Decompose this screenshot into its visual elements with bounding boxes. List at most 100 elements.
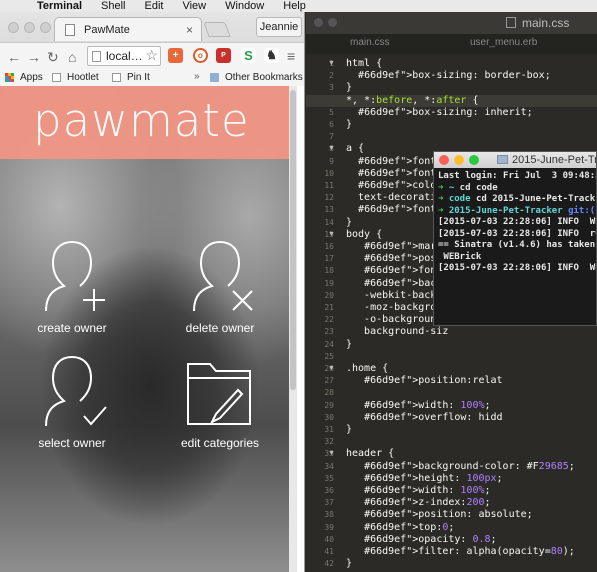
terminal-minimize-button[interactable] [454, 155, 464, 165]
line-number: 34 [324, 461, 334, 471]
edit-categories-button[interactable]: edit categories [165, 354, 275, 450]
line-number: 21 [324, 303, 334, 312]
new-tab-button[interactable] [203, 22, 231, 37]
red-badge-extension-icon[interactable]: P [216, 48, 231, 63]
more-bookmarks-chevron-icon[interactable]: » [194, 71, 200, 82]
browser-chrome: PawMate × Jeannie ← → ↻ ⌂ local… ☆ + o P… [0, 12, 304, 86]
terminal-line: [2015-07-03 22:28:06] INFO WEB [438, 263, 597, 273]
browser-tab-pawmate[interactable]: PawMate × [54, 17, 202, 41]
page-icon [92, 50, 101, 62]
terminal-close-button[interactable] [439, 155, 449, 165]
tab-title: PawMate [84, 23, 130, 36]
menu-window[interactable]: Window [225, 0, 264, 12]
line-number: 7 [329, 132, 334, 142]
terminal-line: [2015-07-03 22:28:06] INFO WEB [438, 217, 597, 227]
bookmark-apps-label: Apps [20, 72, 43, 83]
bookmark-star-icon[interactable]: ☆ [145, 47, 158, 64]
line-number: 14 [324, 217, 334, 227]
line-number: 42 [324, 559, 334, 569]
browser-toolbar: ← → ↻ ⌂ local… ☆ + o P S ♞ ≡ [0, 42, 304, 70]
bookmark-other[interactable]: Other Bookmarks [210, 72, 303, 83]
hootlet-extension-icon[interactable]: o [193, 48, 208, 63]
forward-arrow-icon[interactable]: → [27, 47, 41, 67]
fold-arrow-icon[interactable]: ▼ [328, 231, 335, 238]
fold-arrow-icon[interactable]: ▼ [328, 450, 335, 457]
menu-help[interactable]: Help [283, 0, 306, 12]
code-line: body { [346, 228, 383, 240]
delete-owner-button[interactable]: delete owner [165, 239, 275, 335]
code-line: *, *:before, *:after { [346, 94, 479, 106]
terminal-zoom-button[interactable] [469, 155, 479, 165]
menu-shell[interactable]: Shell [101, 0, 125, 12]
editor-tab-main-css[interactable]: main.css [350, 37, 389, 48]
menu-edit[interactable]: Edit [145, 0, 164, 12]
terminal-line: == Sinatra (v1.4.6) has taken t [438, 240, 597, 250]
line-number: 6 [329, 120, 334, 129]
select-owner-button[interactable]: select owner [17, 354, 127, 450]
editor-tab-user-menu[interactable]: user_menu.erb [470, 37, 537, 48]
line-number: 35 [324, 473, 334, 483]
code-line: #66d9ef">box-sizing: border-box; [358, 70, 551, 82]
code-line: } [346, 216, 353, 228]
line-number: 23 [324, 327, 334, 337]
pawmate-logo[interactable]: pawmate [33, 94, 250, 147]
close-tab-icon[interactable]: × [186, 23, 193, 37]
code-line: #66d9ef">opacity: 0.8; [364, 533, 497, 545]
zoom-window-button[interactable] [40, 22, 51, 33]
fold-arrow-icon[interactable]: ▼ [328, 365, 335, 372]
code-line: #66d9ef">top:0; [364, 521, 455, 533]
create-owner-label: create owner [37, 321, 107, 335]
menu-app-terminal[interactable]: Terminal [37, 0, 82, 12]
page-scrollbar[interactable] [289, 86, 297, 572]
editor-minimize-button[interactable] [328, 18, 337, 27]
minimize-window-button[interactable] [24, 22, 35, 33]
bookmark-pin-it[interactable]: Pin It [112, 72, 150, 83]
bookmark-apps[interactable]: Apps [5, 72, 43, 83]
reload-icon[interactable]: ↻ [47, 47, 59, 67]
code-line: #66d9ef">position:relat [364, 375, 503, 387]
line-number: 10 [324, 168, 334, 178]
editor-titlebar: main.css [306, 12, 597, 34]
line-number: 9 [329, 156, 334, 166]
line-number: 39 [324, 522, 334, 532]
fold-arrow-icon[interactable]: ▼ [328, 60, 335, 67]
green-s-extension-icon[interactable]: S [241, 48, 256, 63]
address-bar[interactable]: local… ☆ [87, 46, 161, 66]
fold-arrow-icon[interactable]: ▼ [328, 145, 335, 152]
line-number: 11 [324, 181, 334, 190]
terminal-title: 2015-June-Pet-Tra [512, 154, 597, 166]
page-icon [52, 73, 61, 82]
code-line: } [346, 424, 353, 435]
code-line: #66d9ef">position: absolute; [364, 509, 533, 521]
person-check-icon [45, 355, 107, 427]
code-line: #66d9ef">box-sizing: inherit; [358, 106, 533, 118]
browser-window: PawMate × Jeannie ← → ↻ ⌂ local… ☆ + o P… [0, 12, 305, 572]
scrollbar-thumb[interactable] [290, 90, 296, 390]
plus-extension-icon[interactable]: + [168, 48, 183, 63]
bookmark-pin-it-label: Pin It [127, 72, 150, 83]
code-line: a { [346, 143, 365, 155]
line-number: 3 [329, 83, 334, 93]
folder-pencil-icon [187, 363, 251, 425]
profile-button[interactable]: Jeannie [256, 17, 302, 37]
code-line: #66d9ef">width: 100%; [364, 399, 491, 411]
back-arrow-icon[interactable]: ← [7, 47, 21, 67]
create-owner-button[interactable]: create owner [17, 239, 127, 335]
editor-tabs: main.css user_menu.erb [306, 34, 597, 54]
code-line: background-siz [346, 326, 449, 338]
line-number: 16 [324, 242, 334, 251]
select-owner-label: select owner [38, 436, 106, 450]
line-number: 32 [324, 437, 334, 447]
bookmark-hootlet[interactable]: Hootlet [52, 72, 99, 83]
address-text: local… [106, 49, 143, 63]
person-add-icon [45, 240, 105, 312]
code-line: } [346, 558, 353, 570]
menu-view[interactable]: View [182, 0, 206, 12]
chrome-menu-icon[interactable]: ≡ [287, 46, 295, 66]
code-line: #66d9ef">z-index:200; [364, 497, 491, 509]
editor-close-button[interactable] [314, 18, 323, 27]
person-extension-icon[interactable]: ♞ [264, 48, 279, 63]
home-icon[interactable]: ⌂ [68, 47, 76, 67]
code-line: } [346, 119, 353, 130]
close-window-button[interactable] [8, 22, 19, 33]
